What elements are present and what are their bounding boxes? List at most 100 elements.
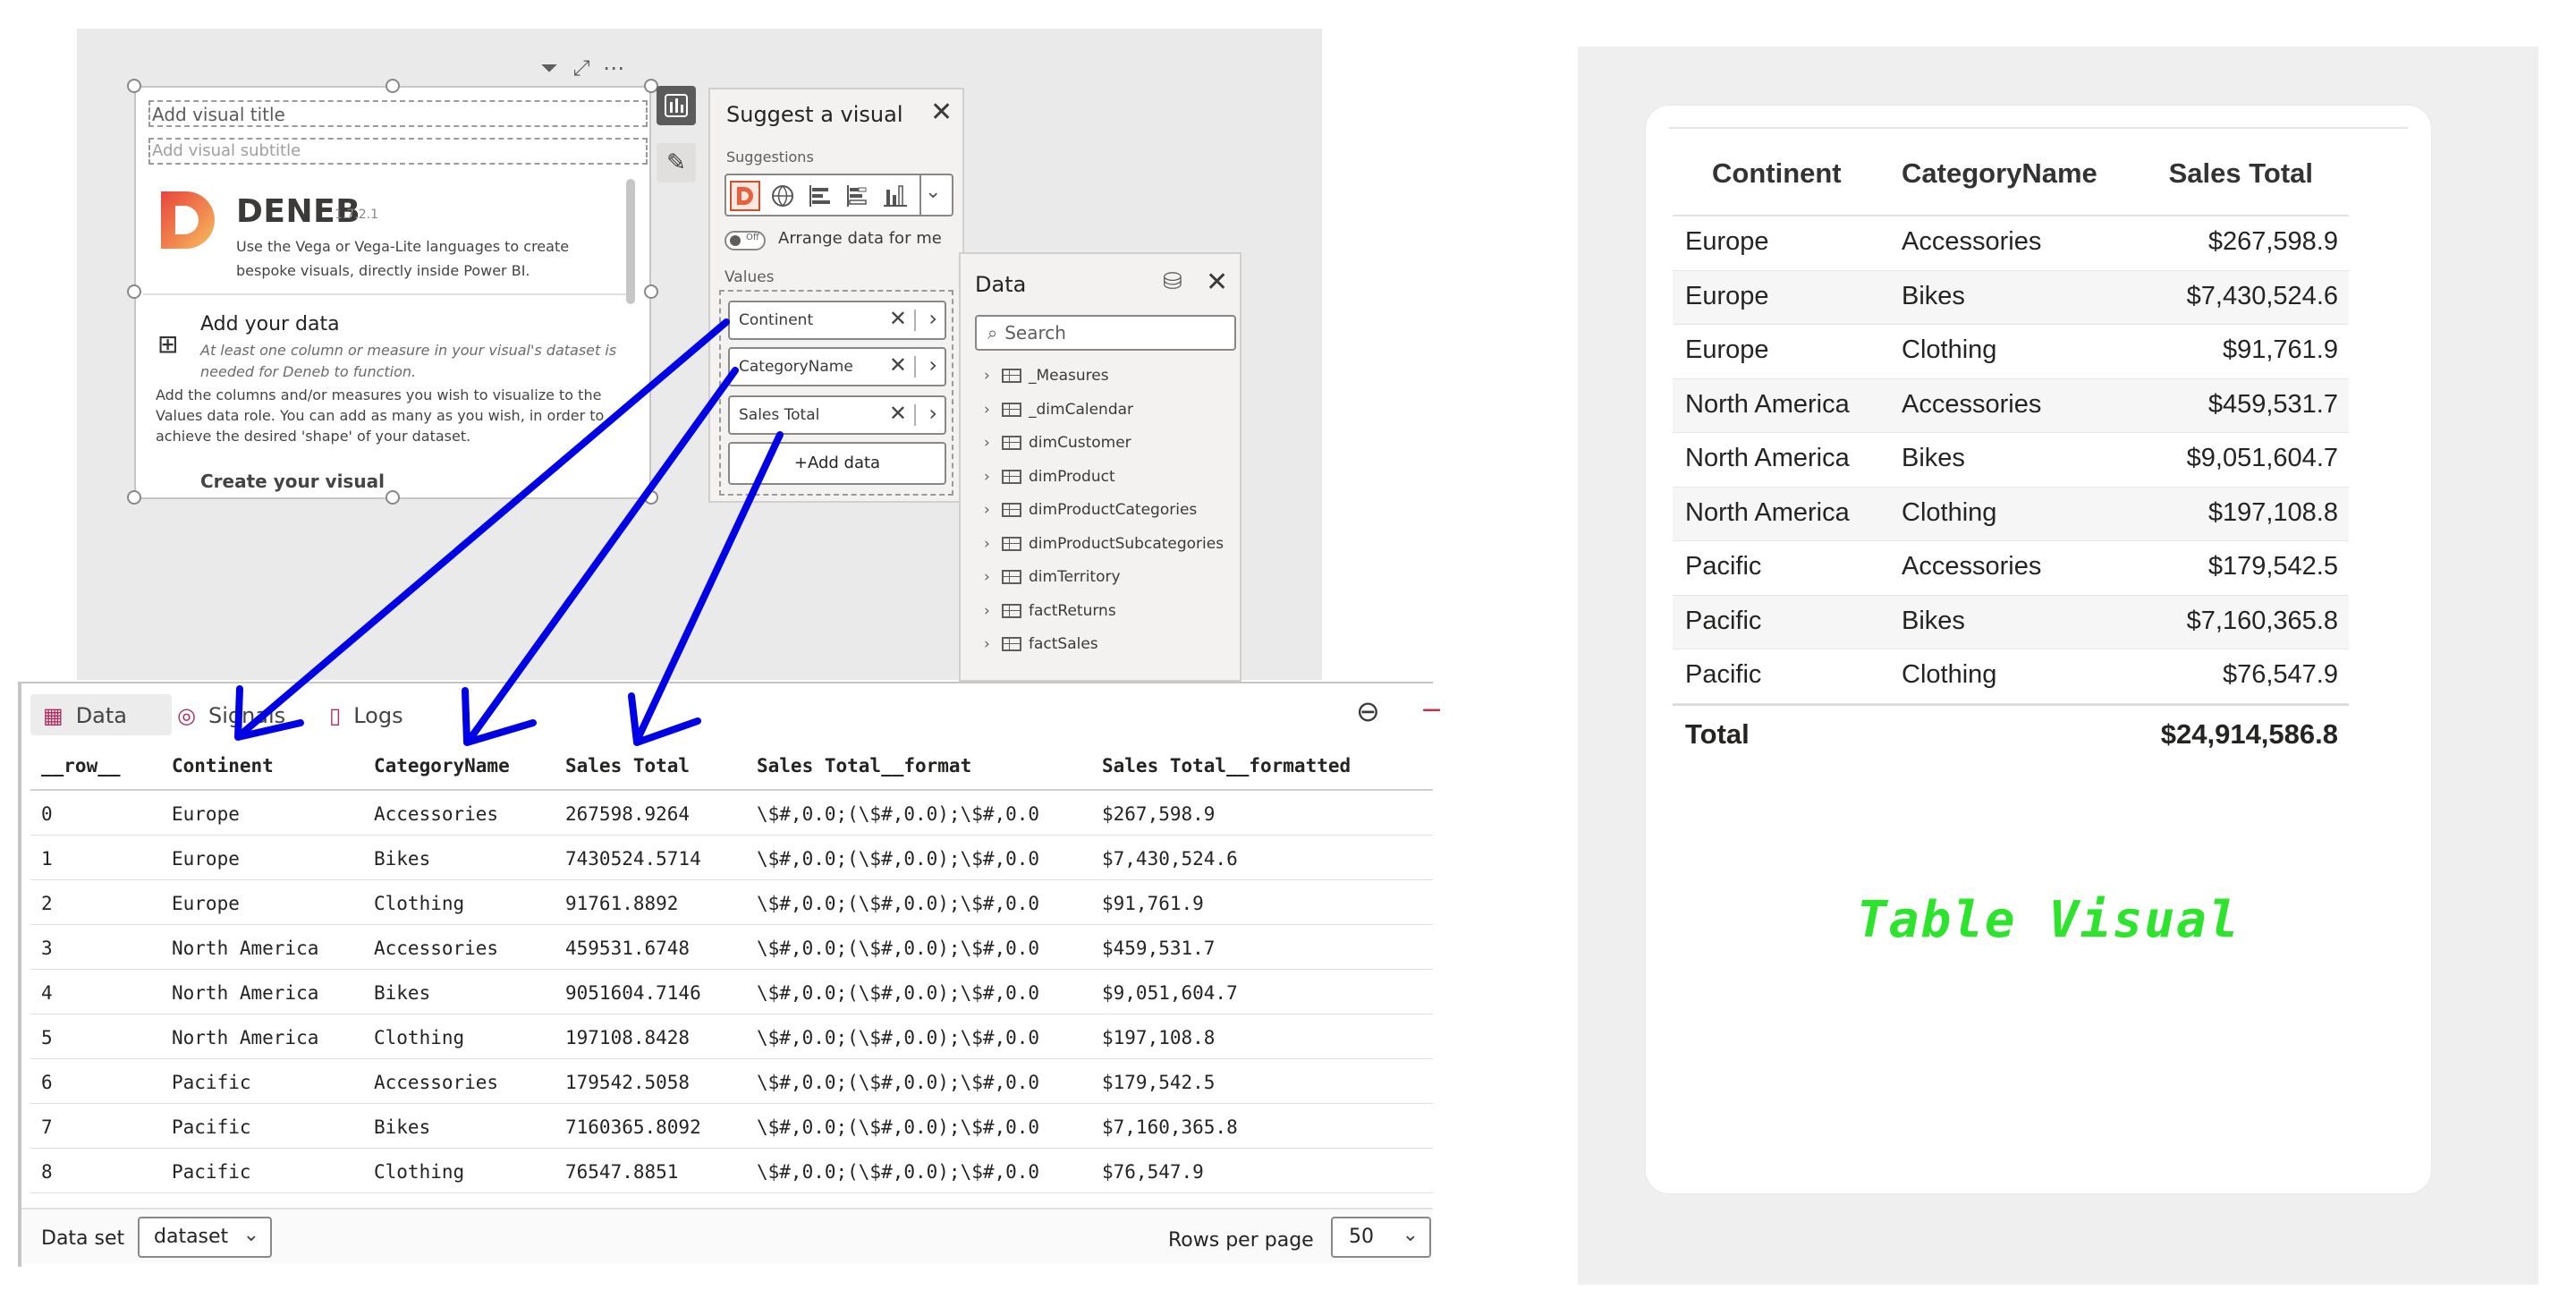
cell: Bikes [374, 1116, 431, 1138]
table-item[interactable]: › factSales [984, 635, 1234, 669]
suggestions-label: Suggestions [726, 149, 814, 165]
close-icon[interactable]: ✕ [930, 97, 953, 128]
cell: 91761.8892 [565, 893, 679, 914]
scrollbar[interactable] [626, 179, 635, 304]
chevron-right-icon: › [984, 467, 990, 486]
column-header[interactable]: Sales Total__formatted [1102, 755, 1351, 777]
column-header[interactable]: Continent [172, 755, 274, 777]
data-search-input[interactable]: ⌕ Search [975, 315, 1236, 351]
table-visual-caption: Table Visual [1857, 891, 2241, 949]
minus-icon[interactable]: − [1420, 694, 1443, 726]
resize-handle[interactable] [127, 490, 141, 505]
add-data-button[interactable]: +Add data [728, 442, 946, 485]
resize-handle[interactable] [644, 490, 658, 505]
column-header[interactable]: CategoryName [374, 755, 510, 777]
column-header[interactable]: Sales Total [2169, 157, 2313, 190]
cell: Europe [1685, 281, 1769, 310]
cell: $7,430,524.6 [2186, 281, 2338, 310]
column-header[interactable]: Sales Total [565, 755, 690, 777]
stacked-bar-icon[interactable] [843, 181, 873, 211]
chevron-right-icon[interactable]: › [928, 306, 937, 331]
build-visual-button[interactable] [657, 86, 696, 125]
visual-subtitle-input[interactable]: Add visual subtitle [148, 138, 648, 165]
resize-handle[interactable] [644, 284, 658, 299]
resize-handle[interactable] [127, 79, 141, 93]
tab-signals[interactable]: ◎ Signals [165, 694, 317, 735]
zoom-out-icon[interactable]: ⊖ [1356, 694, 1380, 728]
column-header[interactable]: Continent [1712, 157, 1842, 190]
column-header[interactable]: Sales Total__format [757, 755, 971, 777]
cell: Pacific [1685, 606, 1762, 635]
cell: $197,108.8 [1102, 1027, 1216, 1048]
chevron-right-icon[interactable]: › [928, 352, 937, 378]
globe-icon[interactable] [767, 181, 798, 211]
table-row: Europe Clothing $91,761.9 [1673, 325, 2349, 379]
field-name: CategoryName [739, 358, 853, 376]
field-pill-categoryname[interactable]: CategoryName ✕ › [728, 347, 946, 386]
remove-field-icon[interactable]: ✕ [889, 352, 907, 378]
cell: $267,598.9 [2207, 227, 2338, 256]
field-pill-sales-total[interactable]: Sales Total ✕ › [728, 395, 946, 435]
table-item[interactable]: › _Measures [984, 367, 1234, 401]
table-icon [1002, 637, 1021, 651]
table-item[interactable]: › dimCustomer [984, 434, 1234, 468]
chevron-down-icon: ⌄ [1402, 1224, 1419, 1246]
cell: $91,761.9 [2222, 335, 2338, 364]
resize-handle[interactable] [386, 490, 400, 505]
table-item[interactable]: › dimTerritory [984, 568, 1234, 602]
table-item[interactable]: › dimProductSubcategories [984, 535, 1234, 569]
model-view-icon[interactable]: ⛁ [1163, 268, 1182, 295]
rows-per-page-select[interactable]: 50 ⌄ [1331, 1217, 1431, 1258]
table-row: 1 Europe Bikes 7430524.5714 \$#,0.0;(\$#,0.0… [30, 836, 1433, 880]
tab-data[interactable]: ▦ Data [30, 694, 172, 735]
add-data-body: Add the columns and/or measures you wish… [156, 386, 605, 445]
cell: $9,051,604.7 [2186, 444, 2338, 472]
resize-handle[interactable] [127, 284, 141, 299]
dataset-select[interactable]: dataset ⌄ [138, 1217, 272, 1258]
table-name: factSales [1029, 635, 1098, 653]
cell: 6 [41, 1072, 53, 1093]
column-header[interactable]: CategoryName [1902, 157, 2097, 190]
cell: $179,542.5 [1102, 1072, 1216, 1093]
remove-field-icon[interactable]: ✕ [889, 306, 907, 331]
close-icon[interactable]: ✕ [1206, 267, 1228, 298]
add-data-heading: Add your data [200, 313, 340, 335]
table-item[interactable]: › dimProductCategories [984, 501, 1234, 535]
cell: Clothing [374, 893, 465, 914]
cell: \$#,0.0;(\$#,0.0);\$#,0.0 [757, 1161, 1040, 1183]
cell: \$#,0.0;(\$#,0.0);\$#,0.0 [757, 1116, 1040, 1138]
cell: 459531.6748 [565, 938, 691, 959]
visual-title-input[interactable]: Add visual title [148, 100, 648, 127]
tab-logs[interactable]: ▯ Logs [317, 694, 442, 735]
toggle-knob [730, 235, 741, 246]
field-pill-continent[interactable]: Continent ✕ › [728, 301, 946, 340]
add-data-note: At least one column or measure in your v… [200, 342, 617, 380]
resize-handle[interactable] [386, 79, 400, 93]
table-item[interactable]: › _dimCalendar [984, 401, 1234, 435]
column-chart-icon[interactable] [880, 181, 911, 211]
bar-chart-icon[interactable] [805, 181, 835, 211]
deneb-icon[interactable] [730, 181, 760, 211]
more-options-icon[interactable]: ⋯ [597, 55, 630, 81]
focus-mode-icon[interactable]: ⤢ [565, 55, 597, 81]
table-name: factReturns [1029, 601, 1116, 620]
column-header[interactable]: __row__ [41, 755, 121, 777]
suggest-visual-title: Suggest a visual [726, 102, 903, 127]
table-name: dimProductSubcategories [1029, 534, 1224, 553]
cell: 197108.8428 [565, 1027, 691, 1048]
remove-field-icon[interactable]: ✕ [889, 401, 907, 426]
cell: North America [172, 1027, 319, 1048]
table-item[interactable]: › dimProduct [984, 468, 1234, 502]
signal-icon: ◎ [177, 703, 196, 728]
filter-icon[interactable]: ⏷ [533, 55, 565, 81]
table-item[interactable]: › factReturns [984, 602, 1234, 636]
dataset-label: Data set [41, 1227, 125, 1250]
chevron-right-icon[interactable]: › [928, 401, 937, 426]
format-visual-button[interactable]: ✎ [657, 143, 696, 182]
chevron-down-icon[interactable]: ⌄ [925, 181, 941, 203]
cell: Europe [172, 848, 240, 870]
table-row: 8 Pacific Clothing 76547.8851 \$#,0.0;(\$#,0… [30, 1149, 1433, 1193]
cell: Clothing [1902, 335, 1997, 364]
build-visual-icon [665, 94, 688, 117]
cell: Accessories [374, 938, 499, 959]
